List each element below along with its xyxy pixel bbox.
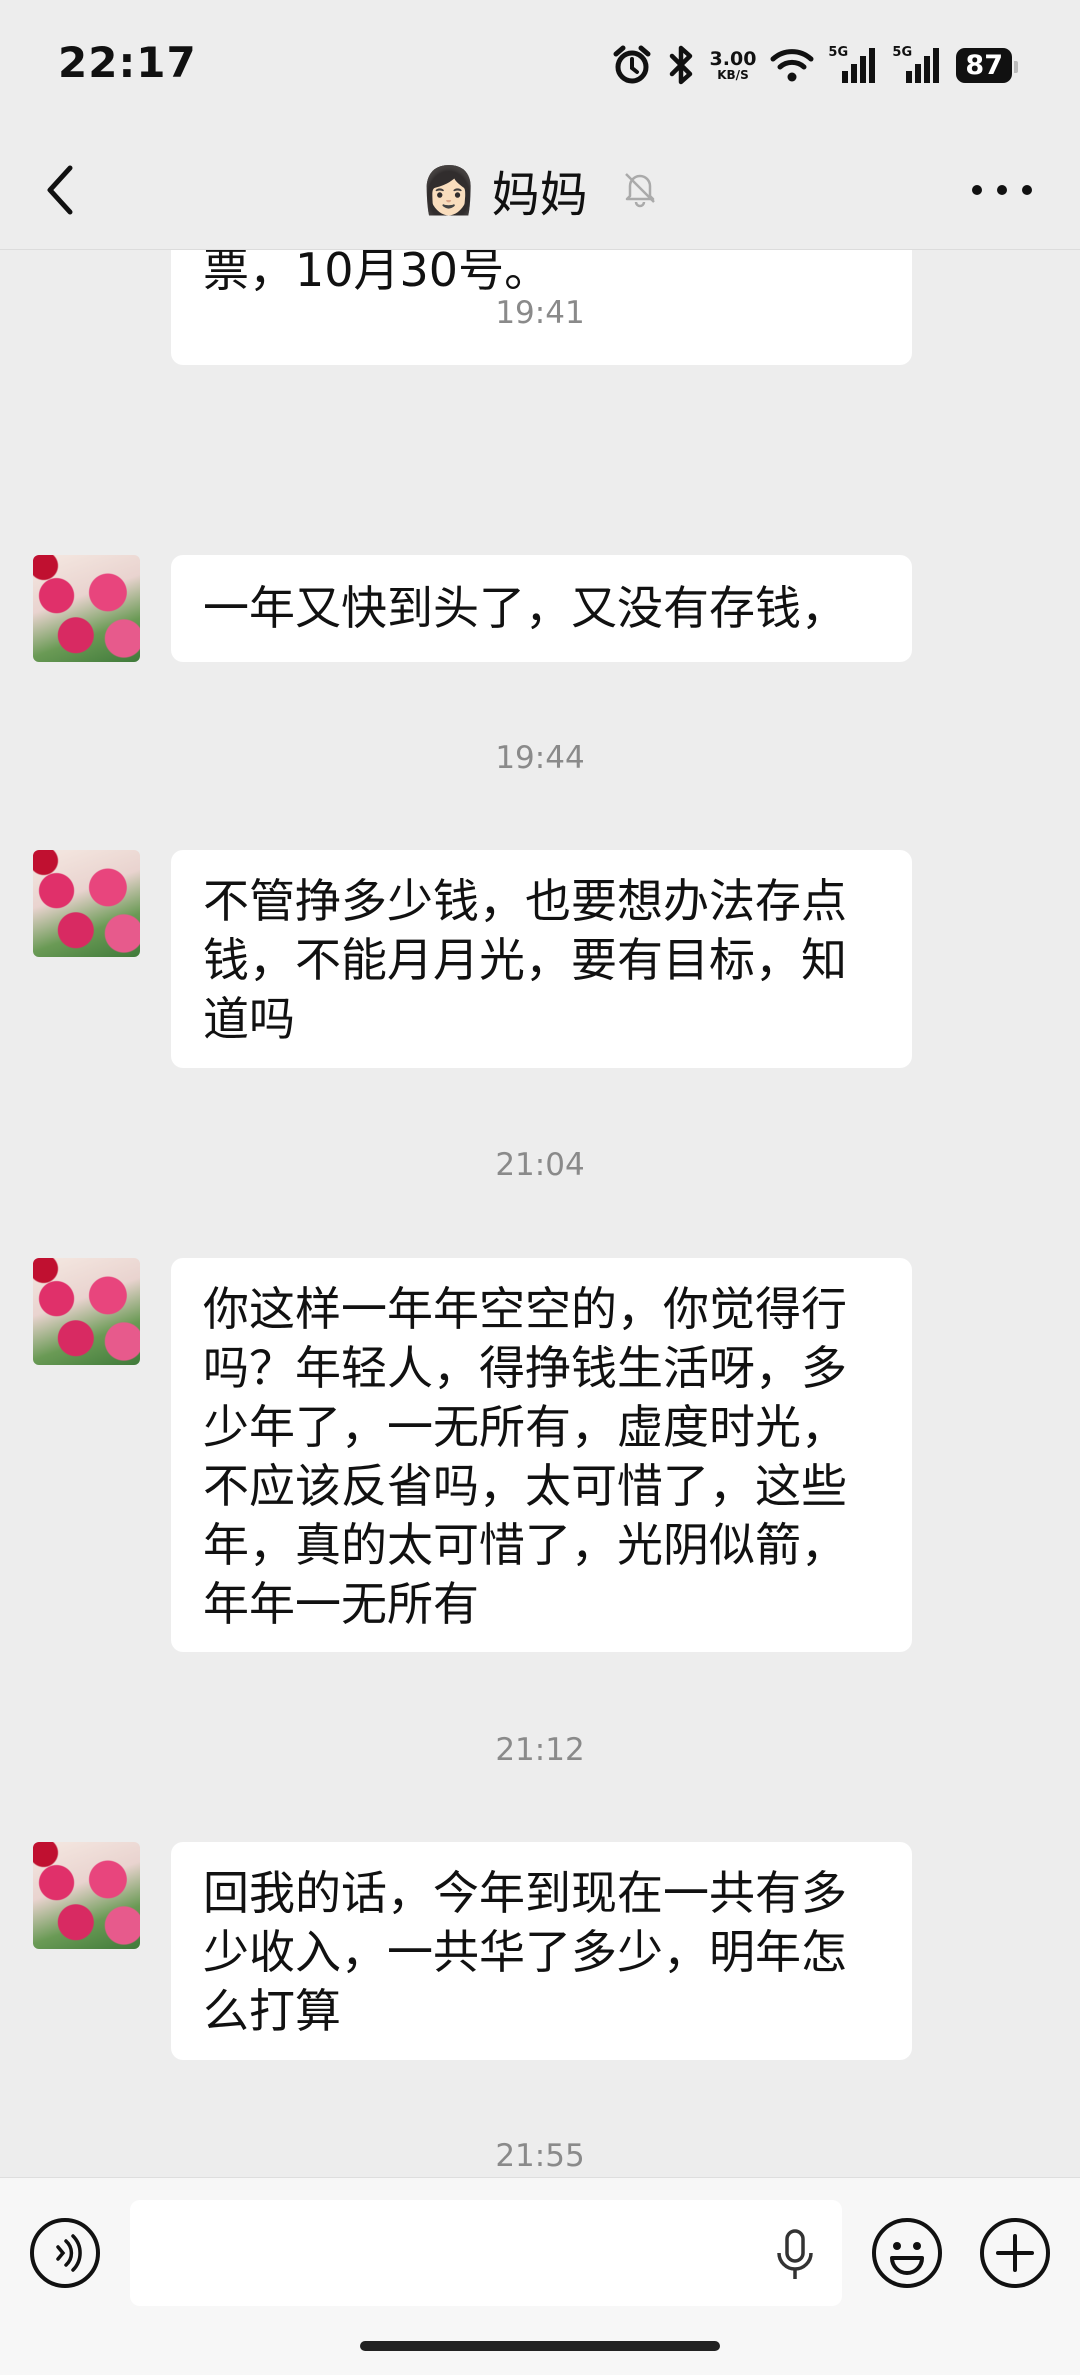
- message-timestamp: 19:44: [495, 740, 585, 776]
- mute-bell-icon: [620, 168, 660, 212]
- message-bubble[interactable]: 不管挣多少钱，也要想办法存点钱，不能月月光，要有目标，知道吗: [171, 850, 912, 1068]
- message-bubble[interactable]: 一年又快到头了，又没有存钱，: [171, 555, 912, 662]
- emoji-icon: [872, 2218, 942, 2288]
- more-button[interactable]: [972, 170, 1032, 210]
- message-timestamp: 21:55: [495, 2138, 585, 2174]
- message-timestamp: 19:41: [495, 295, 585, 331]
- network-speed-value: 3.00: [709, 47, 757, 70]
- status-time: 22:17: [58, 38, 197, 87]
- mic-icon: [777, 2229, 813, 2279]
- plus-icon: [980, 2218, 1050, 2288]
- wifi-icon: [770, 47, 814, 83]
- chat-header: 👩🏻 妈妈: [0, 130, 1080, 250]
- network-speed-unit: KB/S: [717, 67, 749, 82]
- network-speed: 3.00 KB/S: [709, 47, 757, 82]
- signal-icon-sim2: 5G: [892, 45, 942, 85]
- message-timestamp: 21:12: [495, 1732, 585, 1768]
- chat-title: 妈妈: [491, 167, 588, 223]
- alarm-icon: [612, 45, 652, 85]
- message-bubble[interactable]: 回我的话，今年到现在一共有多少收入，一共华了多少，明年怎么打算: [171, 1842, 912, 2060]
- message-text: 你这样一年年空空的，你觉得行吗？年轻人，得挣钱生活呀，多少年了，一无所有，虚度时…: [203, 1282, 847, 1631]
- status-bar: 22:17 3.00 KB/S 5G 5G 87: [0, 0, 1080, 130]
- voice-icon: [30, 2218, 100, 2288]
- plus-button[interactable]: [978, 2216, 1052, 2290]
- signal-icon-sim1: 5G: [828, 45, 878, 85]
- message-text: 嘛，那就是10月30号十18号票，10月30号。: [203, 250, 551, 297]
- chat-title-wrap[interactable]: 👩🏻 妈妈: [0, 130, 1080, 250]
- avatar[interactable]: [33, 1258, 140, 1365]
- message-text: 不管挣多少钱，也要想办法存点钱，不能月月光，要有目标，知道吗: [203, 874, 847, 1046]
- chat-message-list[interactable]: 嘛，那就是10月30号十18号票，10月30号。 19:41 一年又快到头了，又…: [0, 250, 1080, 2177]
- mic-button[interactable]: [770, 2228, 820, 2284]
- more-dot: [972, 185, 982, 195]
- message-text: 回我的话，今年到现在一共有多少收入，一共华了多少，明年怎么打算: [203, 1866, 847, 2038]
- status-icons: 3.00 KB/S 5G 5G 87: [612, 40, 1018, 90]
- message-timestamp: 21:04: [495, 1147, 585, 1183]
- message-input[interactable]: [130, 2200, 842, 2306]
- home-indicator[interactable]: [360, 2341, 720, 2351]
- title-emoji: 👩🏻: [420, 163, 478, 217]
- avatar[interactable]: [33, 1842, 140, 1949]
- message-text: 一年又快到头了，又没有存钱，: [203, 581, 847, 635]
- emoji-button[interactable]: [870, 2216, 944, 2290]
- message-bubble[interactable]: 你这样一年年空空的，你觉得行吗？年轻人，得挣钱生活呀，多少年了，一无所有，虚度时…: [171, 1258, 912, 1652]
- battery-indicator: 87: [956, 47, 1018, 83]
- more-dot: [1022, 185, 1032, 195]
- avatar[interactable]: [33, 850, 140, 957]
- voice-button[interactable]: [28, 2216, 102, 2290]
- more-dot: [997, 185, 1007, 195]
- bluetooth-icon: [666, 45, 696, 85]
- avatar[interactable]: [33, 555, 140, 662]
